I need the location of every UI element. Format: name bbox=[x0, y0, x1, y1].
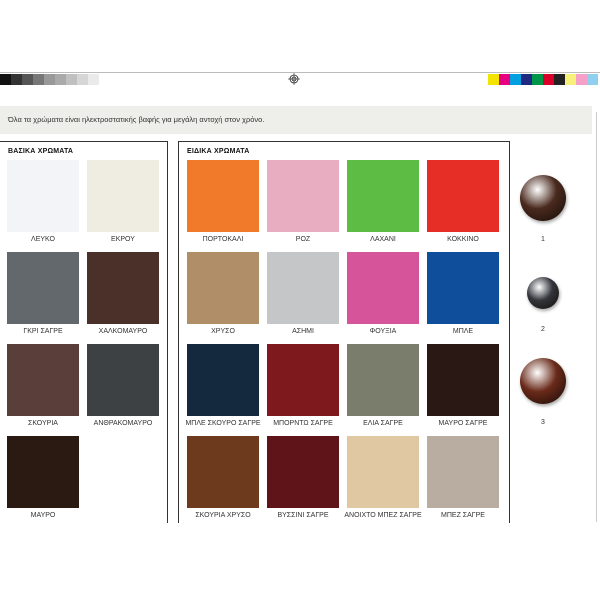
grayscale-bar bbox=[0, 74, 99, 85]
color-swatch-label: ΛΕΥΚΟ bbox=[31, 236, 55, 243]
color-swatch-label: ΜΠΛΕ bbox=[452, 328, 474, 335]
color-swatch bbox=[7, 436, 79, 508]
knob-number: 1 bbox=[541, 236, 545, 243]
gray-patch bbox=[11, 74, 22, 85]
color-swatch-label: ΑΝΟΙΧΤΟ ΜΠΕΖ ΣΑΓΡΕ bbox=[344, 512, 422, 519]
color-swatch bbox=[7, 252, 79, 324]
knob-number: 3 bbox=[541, 419, 545, 426]
color-swatch-label: ΜΑΥΡΟ bbox=[30, 512, 56, 519]
color-swatch bbox=[427, 160, 499, 232]
special-colors-title: ΕΙΔΙΚΑ ΧΡΩΜΑΤΑ bbox=[187, 148, 250, 155]
color-swatch bbox=[187, 344, 259, 416]
basic-colors-title: ΒΑΣΙΚΑ ΧΡΩΜΑΤΑ bbox=[8, 148, 74, 155]
registration-line bbox=[0, 72, 600, 73]
notice-bar: Όλα τα χρώματα είναι ηλεκτροστατικής βαφ… bbox=[0, 106, 592, 134]
color-swatch bbox=[87, 252, 159, 324]
page-edge bbox=[596, 112, 597, 522]
color-swatch bbox=[187, 252, 259, 324]
color-patch bbox=[532, 74, 543, 85]
color-swatch-label: ΕΛΙΑ ΣΑΓΡΕ bbox=[363, 420, 403, 427]
gray-patch bbox=[55, 74, 66, 85]
color-swatch-label: ΜΠΟΡΝΤΩ ΣΑΓΡΕ bbox=[273, 420, 333, 427]
color-swatch-label: ΧΡΥΣΟ bbox=[211, 328, 235, 335]
color-swatch-label: ΓΚΡΙ ΣΑΓΡΕ bbox=[23, 328, 63, 335]
color-patch bbox=[565, 74, 576, 85]
color-swatch-label: ΜΠΕΖ ΣΑΓΡΕ bbox=[441, 512, 485, 519]
color-swatch bbox=[267, 252, 339, 324]
color-swatch bbox=[7, 160, 79, 232]
color-patch bbox=[576, 74, 587, 85]
color-swatch bbox=[267, 160, 339, 232]
gray-patch bbox=[88, 74, 99, 85]
color-swatch-label: ΜΠΛΕ ΣΚΟΥΡΟ ΣΑΓΡΕ bbox=[185, 420, 261, 427]
color-swatch bbox=[347, 436, 419, 508]
color-swatch bbox=[347, 252, 419, 324]
gray-patch bbox=[77, 74, 88, 85]
color-swatch bbox=[187, 436, 259, 508]
color-swatch-label: ΚΟΚΚΙΝΟ bbox=[447, 236, 479, 243]
color-patch bbox=[554, 74, 565, 85]
gray-patch bbox=[44, 74, 55, 85]
color-patch bbox=[488, 74, 499, 85]
color-patch bbox=[521, 74, 532, 85]
color-patch bbox=[510, 74, 521, 85]
color-swatch bbox=[427, 436, 499, 508]
gray-patch bbox=[66, 74, 77, 85]
registration-mark-icon bbox=[288, 73, 300, 85]
color-swatch-label: ΑΝΘΡΑΚΟΜΑΥΡΟ bbox=[93, 420, 153, 427]
color-swatch-label: ΑΣΗΜΙ bbox=[292, 328, 314, 335]
color-patch bbox=[499, 74, 510, 85]
color-patch bbox=[587, 74, 598, 85]
color-swatch bbox=[267, 344, 339, 416]
color-swatch bbox=[267, 436, 339, 508]
knob-sample bbox=[527, 277, 559, 309]
gray-patch bbox=[0, 74, 11, 85]
color-swatch-label: ΛΑΧΑΝΙ bbox=[370, 236, 396, 243]
color-swatch-label: ΣΚΟΥΡΙΑ ΧΡΥΣΟ bbox=[195, 512, 251, 519]
color-swatch bbox=[7, 344, 79, 416]
color-swatch bbox=[87, 344, 159, 416]
color-swatch-label: ΕΚΡΟΥ bbox=[111, 236, 135, 243]
knob-sample bbox=[520, 358, 566, 404]
color-swatch bbox=[87, 160, 159, 232]
color-swatch bbox=[427, 252, 499, 324]
knob-number: 2 bbox=[541, 326, 545, 333]
color-swatch-label: ΣΚΟΥΡΙΑ bbox=[28, 420, 58, 427]
knob-sample bbox=[520, 175, 566, 221]
color-bar bbox=[488, 74, 598, 85]
notice-text: Όλα τα χρώματα είναι ηλεκτροστατικής βαφ… bbox=[8, 115, 265, 124]
gray-patch bbox=[33, 74, 44, 85]
gray-patch bbox=[22, 74, 33, 85]
color-swatch bbox=[347, 160, 419, 232]
color-swatch-label: ΡΟΖ bbox=[295, 236, 311, 243]
color-swatch bbox=[187, 160, 259, 232]
color-swatch-label: ΠΟΡΤΟΚΑΛΙ bbox=[202, 236, 244, 243]
color-swatch bbox=[427, 344, 499, 416]
color-swatch bbox=[347, 344, 419, 416]
color-swatch-label: ΒΥΣΣΙΝΙ ΣΑΓΡΕ bbox=[277, 512, 329, 519]
color-patch bbox=[543, 74, 554, 85]
color-swatch-label: ΜΑΥΡΟ ΣΑΓΡΕ bbox=[438, 420, 488, 427]
color-swatch-label: ΧΑΛΚΟΜΑΥΡΟ bbox=[98, 328, 148, 335]
color-swatch-label: ΦΟΥΞΙΑ bbox=[369, 328, 397, 335]
